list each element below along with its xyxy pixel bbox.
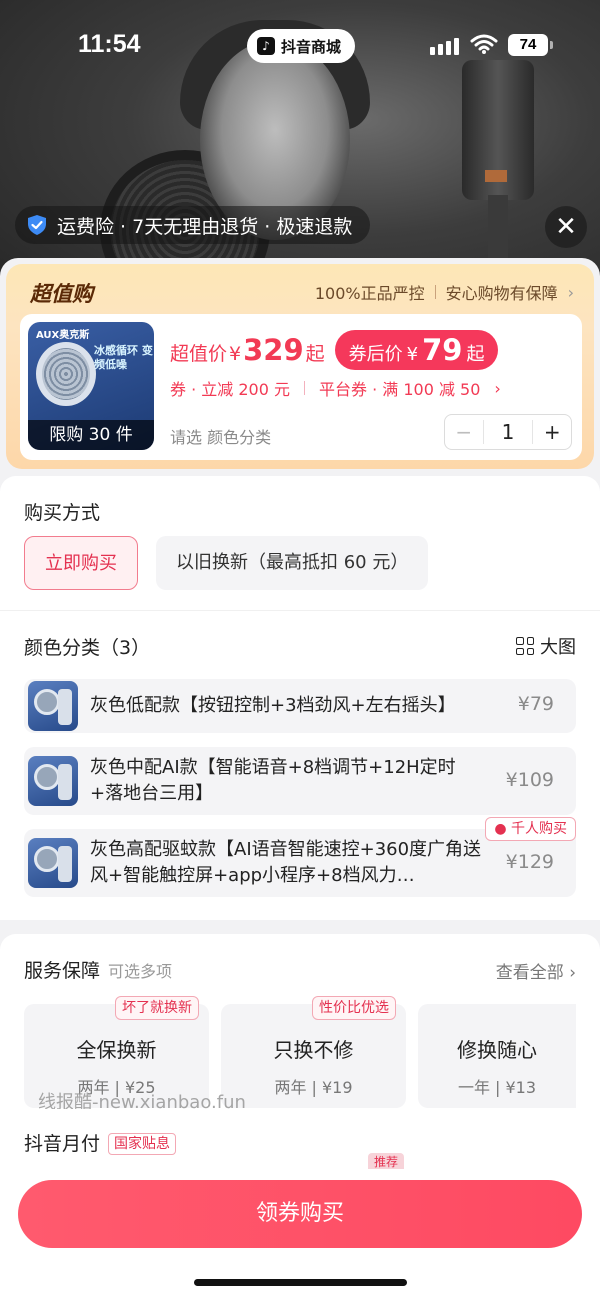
trade-in-option[interactable]: 以旧换新（最高抵扣 60 元） xyxy=(156,536,429,590)
close-button[interactable]: ✕ xyxy=(545,206,587,248)
quantity-stepper[interactable]: − 1 + xyxy=(444,414,572,450)
deal-title: 超值购 xyxy=(30,282,93,306)
divider xyxy=(434,285,436,299)
product-summary-card: AUX奥克斯 冰感循环 变频低噪 限购 30 件 超值价 ¥ 329 起 券后价… xyxy=(20,314,582,460)
douyin-logo-icon: ♪ xyxy=(257,37,275,55)
purchase-limit-label: 限购 30 件 xyxy=(28,420,154,450)
service-option-title: 修换随心 xyxy=(457,1038,537,1062)
claim-coupon-buy-button[interactable]: 领券购买 xyxy=(18,1180,582,1248)
product-thumbnail[interactable]: AUX奥克斯 冰感循环 变频低噪 限购 30 件 xyxy=(28,322,154,450)
wifi-icon xyxy=(470,34,498,54)
deal-assurance-tags[interactable]: 100%正品严控 安心购物有保障 › xyxy=(315,280,574,304)
deal-price-currency: ¥ xyxy=(229,343,242,365)
service-title-row: 服务保障 可选多项 xyxy=(24,956,172,983)
service-option-detail: 一年 | ¥13 xyxy=(457,1078,537,1097)
price-row: 超值价 ¥ 329 起 券后价 ¥ 79 起 xyxy=(170,330,499,370)
chevron-right-icon: › xyxy=(569,963,576,983)
big-image-label: 大图 xyxy=(540,637,576,658)
deal-panel: 超值购 100%正品严控 安心购物有保障 › AUX奥克斯 冰感循环 变频低噪 … xyxy=(6,264,594,469)
popular-badge-label: 千人购买 xyxy=(511,821,567,837)
variant-option-mid[interactable]: 灰色中配AI款【智能语音+8档调节+12H定时+落地台三用】 ¥109 xyxy=(24,747,576,815)
variant-name: 灰色低配款【按钮控制+3档劲风+左右摇头】 xyxy=(90,695,456,716)
shield-check-icon xyxy=(28,215,46,235)
coupon-platform: 平台券 · 满 100 减 50 xyxy=(318,380,481,399)
service-option-flexible[interactable]: 修换随心 一年 | ¥13 xyxy=(418,1004,576,1108)
popular-badge: ● 千人购买 xyxy=(485,817,576,841)
decrease-quantity-button[interactable]: − xyxy=(445,420,484,444)
variant-name: 灰色高配驱蚊款【AI语音智能速控+360度广角送风+智能触控屏+app小程序+8… xyxy=(90,839,482,886)
service-guarantee-section: 服务保障 可选多项 查看全部 › 坏了就换新 全保换新 两年 | ¥25 性价比优… xyxy=(0,934,600,1109)
assurance-bar[interactable]: 运费险 · 7天无理由退货 · 极速退款 xyxy=(15,206,371,244)
assurance-text: 运费险 · 7天无理由退货 · 极速退款 xyxy=(57,215,353,238)
after-coupon-price-badge: 券后价 ¥ 79 起 xyxy=(334,330,499,370)
divider xyxy=(303,381,305,395)
deal-tag-safe: 安心购物有保障 xyxy=(445,284,558,303)
after-coupon-suffix: 起 xyxy=(466,344,485,365)
deal-tag-authentic: 100%正品严控 xyxy=(314,284,425,303)
service-option-replace[interactable]: 性价比优选 只换不修 两年 | ¥19 xyxy=(221,996,406,1108)
purchase-sheet: 超值购 100%正品严控 安心购物有保障 › AUX奥克斯 冰感循环 变频低噪 … xyxy=(0,258,600,1300)
status-time: 11:54 xyxy=(78,30,141,58)
service-subtitle: 可选多项 xyxy=(108,962,173,981)
deal-price-suffix: 起 xyxy=(305,343,325,365)
recommend-tag: 推荐 xyxy=(368,1153,405,1169)
battery-icon: 74 xyxy=(508,34,553,56)
flame-icon: ● xyxy=(494,821,507,837)
variant-name: 灰色中配AI款【智能语音+8档调节+12H定时+落地台三用】 xyxy=(90,757,456,804)
home-indicator xyxy=(194,1279,407,1286)
fan-pole-accent xyxy=(485,170,507,182)
service-option-title: 全保换新 xyxy=(76,1038,157,1062)
app-source-pill[interactable]: ♪ 抖音商城 xyxy=(247,29,356,63)
chevron-right-icon: › xyxy=(494,378,501,398)
purchase-method-section: 购买方式 立即购买 以旧换新（最高抵扣 60 元） xyxy=(0,476,600,610)
after-coupon-value: 79 xyxy=(422,333,463,367)
service-badge: 性价比优选 xyxy=(312,996,396,1020)
variant-thumbnail xyxy=(28,756,78,806)
variant-price: ¥109 xyxy=(505,769,554,791)
close-icon: ✕ xyxy=(555,212,577,242)
service-badge: 坏了就换新 xyxy=(115,996,199,1020)
see-all-label: 查看全部 xyxy=(495,963,564,983)
variant-thumbnail xyxy=(28,838,78,888)
variant-option-high[interactable]: ● 千人购买 灰色高配驱蚊款【AI语音智能速控+360度广角送风+智能触控屏+a… xyxy=(24,817,576,897)
status-bar: 11:54 ♪ 抖音商城 74 xyxy=(0,0,600,90)
grid-icon xyxy=(516,637,534,655)
quantity-value[interactable]: 1 xyxy=(484,420,533,444)
thumbnail-fan-graphic xyxy=(36,342,96,406)
coupon-store: 券 · 立减 200 元 xyxy=(170,380,290,399)
service-option-detail: 两年 | ¥19 xyxy=(274,1078,353,1097)
thumbnail-brand-text: AUX奥克斯 xyxy=(36,330,90,341)
subsidy-badge: 国家贴息 xyxy=(108,1133,177,1155)
see-all-link[interactable]: 查看全部 › xyxy=(496,958,576,983)
coupon-row[interactable]: 券 · 立减 200 元 平台券 · 满 100 减 50 › xyxy=(170,376,501,400)
variant-option-low[interactable]: 灰色低配款【按钮控制+3档劲风+左右摇头】 ¥79 xyxy=(24,679,576,733)
color-variant-section: 颜色分类（3） 大图 灰色低配款【按钮控制+3档劲风+左右摇头】 ¥79 灰色中… xyxy=(0,610,600,920)
variant-price: ¥79 xyxy=(517,693,554,715)
deal-price-value: 329 xyxy=(243,333,304,367)
increase-quantity-button[interactable]: + xyxy=(532,420,571,444)
monthly-pay-title: 抖音月付 xyxy=(24,1133,101,1155)
buy-now-option[interactable]: 立即购买 xyxy=(24,536,138,590)
big-image-toggle[interactable]: 大图 xyxy=(516,633,576,659)
service-title: 服务保障 xyxy=(24,960,101,982)
deal-price: 超值价 ¥ 329 起 xyxy=(170,333,325,367)
variant-thumbnail xyxy=(28,681,78,731)
app-source-label: 抖音商城 xyxy=(281,37,342,56)
monthly-pay-title-row: 抖音月付 国家贴息 xyxy=(24,1129,177,1156)
selection-hint: 请选 颜色分类 xyxy=(170,428,272,447)
purchase-method-title: 购买方式 xyxy=(24,502,101,524)
chevron-right-icon: › xyxy=(567,282,574,302)
after-coupon-label: 券后价 xyxy=(348,344,403,365)
thumbnail-headline: 冰感循环 变频低噪 xyxy=(94,344,153,371)
color-variant-title: 颜色分类（3） xyxy=(24,637,151,659)
deal-price-label: 超值价 xyxy=(170,343,228,365)
service-option-title: 只换不修 xyxy=(273,1038,354,1062)
after-coupon-currency: ¥ xyxy=(406,344,419,365)
variant-price: ¥129 xyxy=(505,851,554,873)
signal-icon xyxy=(430,38,459,55)
